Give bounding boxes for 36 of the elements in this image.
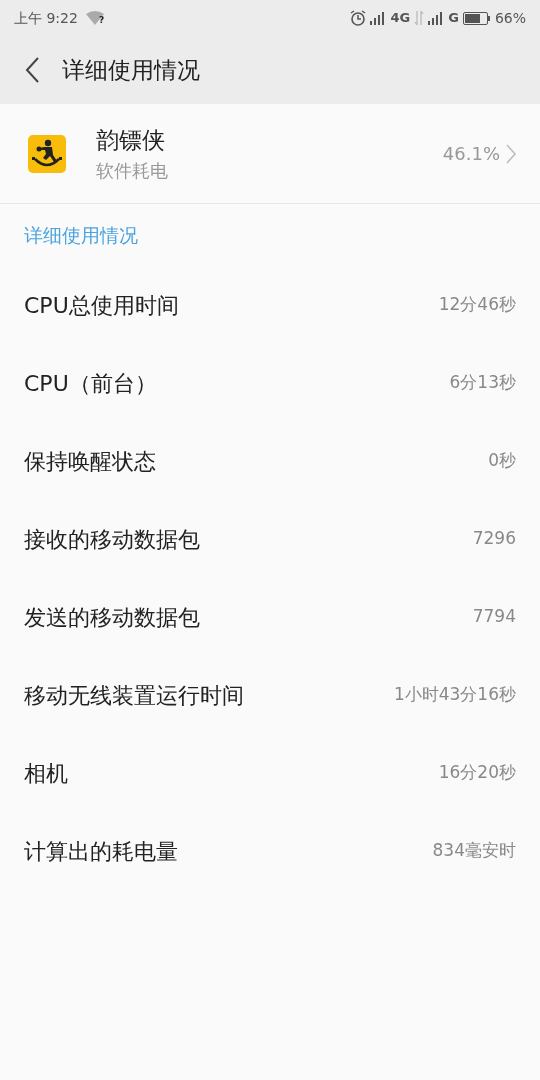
usage-label: 保持唤醒状态 bbox=[24, 447, 156, 476]
battery-percent: 66% bbox=[494, 8, 526, 28]
usage-label: 移动无线装置运行时间 bbox=[24, 681, 244, 710]
usage-value: 16分20秒 bbox=[438, 761, 516, 785]
alarm-icon bbox=[350, 10, 367, 26]
app-name: 韵镖侠 bbox=[96, 125, 166, 155]
page-title: 详细使用情况 bbox=[62, 55, 200, 85]
usage-label: CPU（前台） bbox=[24, 369, 157, 398]
network-label: G bbox=[448, 9, 459, 28]
usage-value: 834毫安时 bbox=[432, 839, 516, 863]
app-subtitle: 软件耗电 bbox=[96, 159, 169, 184]
usage-percent: 46.1% bbox=[442, 142, 500, 166]
usage-label: 发送的移动数据包 bbox=[24, 603, 200, 632]
signal-icon bbox=[428, 11, 445, 25]
usage-label: 接收的移动数据包 bbox=[24, 525, 200, 554]
battery-icon bbox=[462, 11, 491, 25]
usage-label: 相机 bbox=[24, 759, 68, 788]
app-icon bbox=[28, 134, 66, 173]
app-row[interactable]: 韵镖侠 软件耗电 46.1% bbox=[0, 104, 540, 204]
usage-value: 7296 bbox=[472, 527, 516, 551]
chevron-right-icon bbox=[506, 143, 516, 164]
status-time: 上午 9:22 bbox=[14, 8, 78, 28]
section-title: 详细使用情况 bbox=[24, 222, 138, 248]
usage-label: 计算出的耗电量 bbox=[24, 837, 178, 866]
usage-label: CPU总使用时间 bbox=[24, 291, 179, 320]
usage-value: 0秒 bbox=[488, 449, 516, 473]
back-button[interactable] bbox=[24, 56, 40, 84]
usage-value: 7794 bbox=[472, 605, 516, 629]
data-arrows-icon bbox=[414, 11, 425, 25]
network-label: 4G bbox=[390, 9, 411, 28]
usage-value: 1小时43分16秒 bbox=[393, 683, 516, 707]
signal-icon bbox=[370, 11, 387, 25]
wifi-icon bbox=[85, 11, 104, 25]
usage-value: 12分46秒 bbox=[438, 293, 516, 317]
wifi-status-mark: ? bbox=[98, 16, 105, 25]
usage-value: 6分13秒 bbox=[449, 371, 516, 395]
